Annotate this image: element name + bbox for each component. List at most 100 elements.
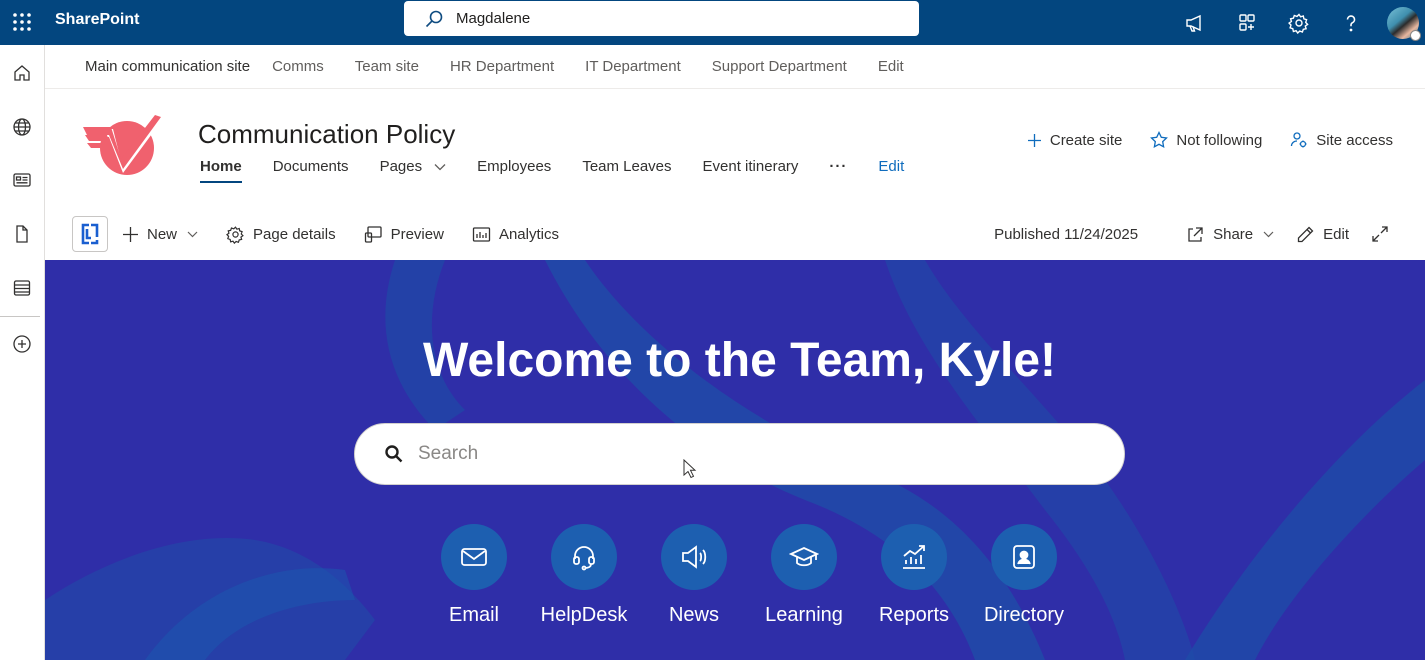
presence-badge-icon [1410,29,1421,41]
suite-bar: SharePoint Magdalene [0,0,1425,45]
site-nav-pages-label: Pages [379,158,423,175]
more-icon[interactable]: ··· [829,157,847,183]
star-icon [1150,131,1169,149]
hub-link-it-department[interactable]: IT Department [585,58,681,75]
site-navigation: Home Documents Pages Employees Team Leav… [198,157,935,183]
share-label: Share [1213,225,1254,243]
chevron-down-icon [434,163,446,171]
global-search-box[interactable]: Magdalene [404,1,919,36]
app-launcher-icon[interactable] [6,6,38,38]
share-button[interactable]: Share [1186,225,1274,244]
hero-banner: Welcome to the Team, Kyle! Email HelpDes… [45,260,1425,660]
site-nav-team-leaves[interactable]: Team Leaves [582,157,671,183]
apps-icon[interactable] [1221,0,1273,45]
site-access-label: Site access [1316,131,1393,149]
quick-link-directory[interactable]: Directory [969,524,1079,627]
site-nav-pages[interactable]: Pages [380,157,447,183]
page-details-label: Page details [253,225,336,243]
chevron-down-icon [1263,231,1274,237]
graduation-cap-icon [771,524,837,590]
home-icon[interactable] [6,57,38,89]
page-details-button[interactable]: Page details [226,225,336,244]
quick-links: Email HelpDesk News Learning Reports Dir… [419,524,1079,627]
hero-search-input[interactable] [418,443,1018,465]
command-bar: New Page details Preview Analytics Publi… [45,206,1425,260]
site-nav-documents[interactable]: Documents [273,157,349,183]
edit-page-label: Edit [1323,225,1349,243]
quick-link-label: Email [448,604,499,626]
list-icon[interactable] [6,272,38,304]
global-search-value[interactable]: Magdalene [456,10,530,27]
help-icon[interactable] [1325,0,1377,45]
gear-icon [226,225,244,244]
published-status: Published 11/24/2025 [994,225,1139,243]
quick-link-learning[interactable]: Learning [749,524,859,627]
site-access-button[interactable]: Site access [1290,131,1393,149]
globe-icon[interactable] [6,111,38,143]
follow-label: Not following [1176,131,1263,149]
create-site-label: Create site [1049,131,1123,149]
contact-card-icon [991,524,1057,590]
create-site-button[interactable]: Create site [1027,131,1123,149]
search-icon [424,9,444,29]
people-settings-icon [1291,132,1307,148]
hub-navigation: Main communication site Comms Team site … [45,45,1425,89]
app-logo-icon [81,223,99,245]
hub-link-support-department[interactable]: Support Department [712,58,847,75]
plus-icon [123,226,138,242]
megaphone-icon[interactable] [1169,0,1221,45]
share-icon [1188,226,1203,242]
avatar[interactable] [1387,6,1421,41]
analytics-button[interactable]: Analytics [472,225,559,244]
new-button[interactable]: New [122,226,198,243]
new-label: New [147,225,178,243]
headset-icon [551,524,617,590]
analytics-icon [472,226,491,242]
preview-icon [364,225,382,243]
create-icon[interactable] [6,328,38,360]
quick-link-label: Learning [765,604,843,626]
quick-link-email[interactable]: Email [419,524,529,627]
news-icon[interactable] [6,164,38,196]
hub-link-team-site[interactable]: Team site [355,58,419,75]
preview-label: Preview [390,225,444,243]
app-name[interactable]: SharePoint [55,10,139,30]
quick-link-label: HelpDesk [540,604,628,626]
chart-trend-icon [881,524,947,590]
site-nav-edit[interactable]: Edit [878,157,904,183]
quick-link-news[interactable]: News [639,524,749,627]
site-nav-home[interactable]: Home [200,157,242,183]
hub-edit-link[interactable]: Edit [878,58,904,75]
pencil-icon [1297,226,1314,242]
site-nav-employees[interactable]: Employees [477,157,551,183]
hub-home-link[interactable]: Main communication site [85,58,250,75]
mail-icon [441,524,507,590]
site-header: Communication Policy Home Documents Page… [45,89,1425,199]
mouse-cursor-icon [683,459,697,479]
speaker-icon [661,524,727,590]
quick-link-label: Reports [878,604,950,626]
plus-icon [1027,133,1041,147]
expand-icon[interactable] [1371,225,1397,243]
search-icon [384,444,404,464]
app-logo-button[interactable] [72,216,108,252]
site-logo[interactable] [83,115,165,177]
gear-icon[interactable] [1273,0,1325,45]
hero-search-box[interactable] [354,423,1125,485]
quick-link-helpdesk[interactable]: HelpDesk [529,524,639,627]
app-bar [0,45,45,660]
document-icon[interactable] [6,218,38,250]
follow-button[interactable]: Not following [1150,131,1262,149]
hub-link-hr-department[interactable]: HR Department [450,58,554,75]
edit-page-button[interactable]: Edit [1296,225,1349,244]
hub-link-comms[interactable]: Comms [272,58,324,75]
quick-link-label: Directory [983,604,1064,626]
site-nav-event-itinerary[interactable]: Event itinerary [703,157,799,183]
site-title[interactable]: Communication Policy [198,119,455,149]
preview-button[interactable]: Preview [364,225,444,244]
welcome-heading: Welcome to the Team, Kyle! [422,334,1057,387]
analytics-label: Analytics [498,225,559,243]
chevron-down-icon [187,231,198,237]
quick-link-label: News [668,604,719,626]
quick-link-reports[interactable]: Reports [859,524,969,627]
